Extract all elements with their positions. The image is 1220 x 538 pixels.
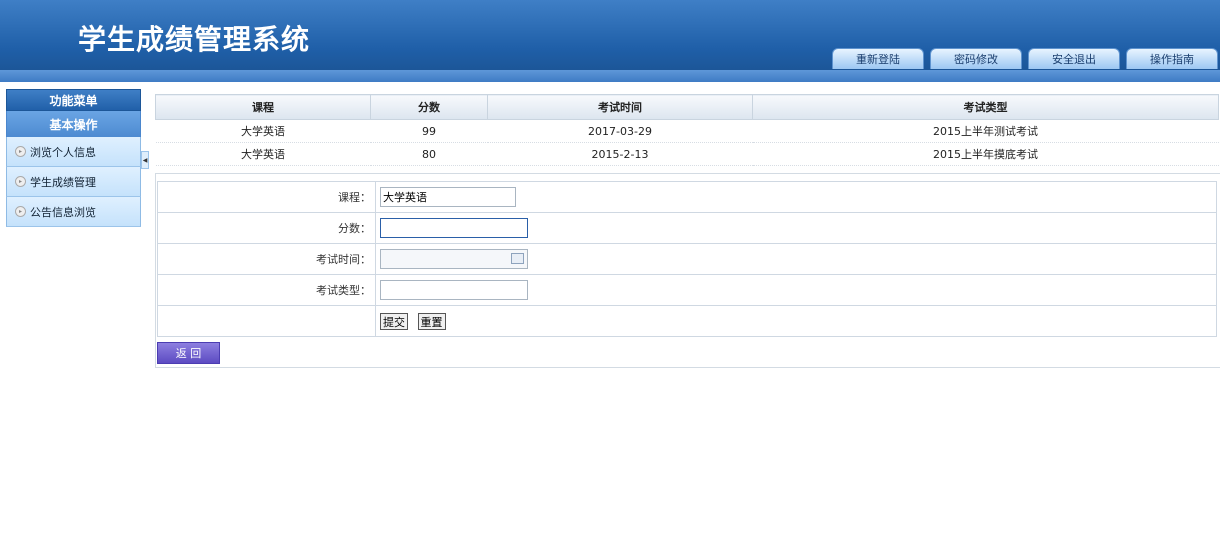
- type-field-cell: [375, 274, 1217, 306]
- tab-change-password[interactable]: 密码修改: [930, 48, 1022, 69]
- course-label: 课程：: [157, 181, 376, 213]
- reset-button[interactable]: 重置: [417, 312, 446, 330]
- calendar-icon[interactable]: [511, 253, 524, 264]
- bullet-icon: ▸: [15, 146, 26, 157]
- sidebar: 功能菜单 基本操作 ▸ 浏览个人信息 ▸ 学生成绩管理 ▸ 公告信息浏览 ◀: [6, 89, 149, 239]
- table-header-row: 课程 分数 考试时间 考试类型: [155, 94, 1219, 120]
- score-table: 课程 分数 考试时间 考试类型 大学英语 99 2017-03-29 2015上…: [155, 94, 1219, 166]
- collapse-arrow-icon[interactable]: ◀: [141, 151, 149, 169]
- cell-exam-type: 2015上半年摸底考试: [752, 142, 1219, 166]
- table-row: 大学英语 80 2015-2-13 2015上半年摸底考试: [155, 142, 1219, 166]
- course-input[interactable]: [380, 187, 516, 207]
- top-nav: 重新登陆 密码修改 安全退出 操作指南: [832, 48, 1218, 70]
- bullet-icon: ▸: [15, 176, 26, 187]
- sidebar-item-label: 浏览个人信息: [30, 145, 96, 159]
- course-field-cell: [375, 181, 1217, 213]
- sidebar-item-label: 公告信息浏览: [30, 205, 96, 219]
- actions-label-cell: [157, 305, 376, 337]
- type-label: 考试类型：: [157, 274, 376, 306]
- score-label: 分数：: [157, 212, 376, 244]
- score-input[interactable]: [380, 218, 528, 238]
- form-row-score: 分数：: [157, 212, 1217, 244]
- cell-exam-date: 2017-03-29: [487, 119, 753, 143]
- form-row-date: 考试时间：: [157, 243, 1217, 275]
- sidebar-item-label: 学生成绩管理: [30, 175, 96, 189]
- cell-course: 大学英语: [155, 142, 371, 166]
- cell-score: 80: [370, 142, 488, 166]
- table-row: 大学英语 99 2017-03-29 2015上半年测试考试: [155, 119, 1219, 143]
- header: 学生成绩管理系统 重新登陆 密码修改 安全退出 操作指南: [0, 0, 1220, 71]
- col-exam-type: 考试类型: [752, 94, 1219, 120]
- col-exam-date: 考试时间: [487, 94, 753, 120]
- tab-relogin[interactable]: 重新登陆: [832, 48, 924, 69]
- exam-type-input[interactable]: [380, 280, 528, 300]
- header-strip: [0, 70, 1220, 82]
- tab-guide[interactable]: 操作指南: [1126, 48, 1218, 69]
- sidebar-item-announcements[interactable]: ▸ 公告信息浏览: [6, 197, 141, 227]
- date-field-cell: [375, 243, 1217, 275]
- score-form: 课程： 分数： 考试时间： 考试类型：: [157, 181, 1217, 337]
- form-row-type: 考试类型：: [157, 274, 1217, 306]
- date-picker: [380, 249, 528, 269]
- cell-exam-type: 2015上半年测试考试: [752, 119, 1219, 143]
- date-label: 考试时间：: [157, 243, 376, 275]
- form-row-actions: 提交 重置: [157, 305, 1217, 337]
- exam-date-input[interactable]: [380, 249, 528, 269]
- sidebar-item-personal-info[interactable]: ▸ 浏览个人信息: [6, 137, 141, 167]
- score-field-cell: [375, 212, 1217, 244]
- bullet-icon: ▸: [15, 206, 26, 217]
- col-score: 分数: [370, 94, 488, 120]
- back-button[interactable]: 返 回: [157, 342, 220, 364]
- actions-cell: 提交 重置: [375, 305, 1217, 337]
- cell-course: 大学英语: [155, 119, 371, 143]
- col-course: 课程: [155, 94, 371, 120]
- form-row-course: 课程：: [157, 181, 1217, 213]
- app-window: 学生成绩管理系统 重新登陆 密码修改 安全退出 操作指南 功能菜单 基本操作 ▸…: [0, 0, 1220, 538]
- tab-logout[interactable]: 安全退出: [1028, 48, 1120, 69]
- submit-button[interactable]: 提交: [380, 312, 408, 330]
- sidebar-section-title: 基本操作: [6, 111, 141, 137]
- cell-score: 99: [370, 119, 488, 143]
- cell-exam-date: 2015-2-13: [487, 142, 753, 166]
- app-title: 学生成绩管理系统: [78, 23, 311, 56]
- sidebar-item-score-management[interactable]: ▸ 学生成绩管理: [6, 167, 141, 197]
- sidebar-menu-title: 功能菜单: [6, 89, 141, 111]
